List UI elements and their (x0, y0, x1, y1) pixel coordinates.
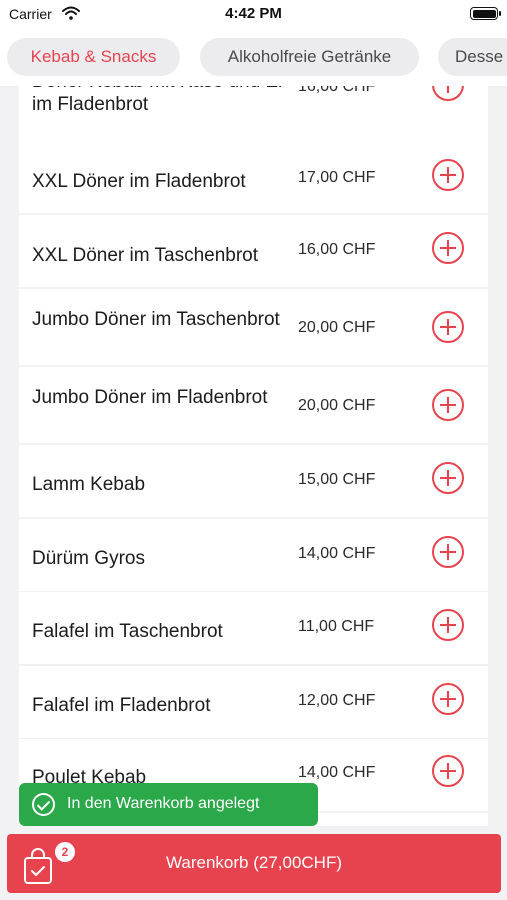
menu-item: Döner Kebab mit Käse und Ei im Fladenbro… (19, 86, 488, 141)
add-to-cart-icon[interactable] (432, 232, 464, 264)
menu-list[interactable]: Döner Kebab mit Käse und Ei im Fladenbro… (19, 86, 488, 826)
menu-item: Jumbo Döner im Taschenbrot 20,00 CHF (19, 289, 488, 365)
menu-item: Falafel im Taschenbrot 11,00 CHF (19, 592, 488, 664)
status-bar: Carrier 4:42 PM (0, 0, 507, 30)
toast-message: In den Warenkorb angelegt (67, 795, 260, 812)
menu-item: Falafel im Fladenbrot 12,00 CHF (19, 666, 488, 738)
menu-item: Jumbo Döner im Fladenbrot 20,00 CHF (19, 367, 488, 443)
check-circle-icon (32, 793, 55, 816)
add-to-cart-icon[interactable] (432, 159, 464, 191)
added-to-cart-toast: In den Warenkorb angelegt (19, 783, 318, 826)
add-to-cart-icon[interactable] (432, 389, 464, 421)
menu-item-name: Jumbo Döner im Fladenbrot (32, 387, 268, 408)
menu-item: Dürüm Gyros 14,00 CHF (19, 519, 488, 591)
add-to-cart-icon[interactable] (432, 462, 464, 494)
battery-icon (470, 7, 501, 20)
add-to-cart-icon[interactable] (432, 755, 464, 787)
menu-item-name: Lamm Kebab (32, 474, 146, 495)
menu-item-price: 12,00 CHF (298, 692, 376, 709)
menu-item-name: XXL Döner im Fladenbrot (32, 171, 246, 192)
category-tabs: Kebab & Snacks Alkoholfreie Getränke Des… (0, 30, 507, 86)
menu-item-price: 15,00 CHF (298, 471, 376, 488)
add-to-cart-icon[interactable] (432, 311, 464, 343)
tab-kebab-snacks[interactable]: Kebab & Snacks (7, 38, 180, 76)
menu-item-name: Döner Kebab mit Käse und Ei im Fladenbro… (32, 86, 282, 115)
menu-item-price: 20,00 CHF (298, 319, 376, 336)
add-to-cart-icon[interactable] (432, 683, 464, 715)
menu-item-price: 16,00 CHF (298, 86, 376, 95)
cart-label: Warenkorb (27,00CHF) (165, 853, 343, 872)
menu-item-name: Falafel im Taschenbrot (32, 621, 223, 642)
menu-item-name: Jumbo Döner im Taschenbrot (32, 309, 280, 330)
menu-item-name: XXL Döner im Taschenbrot (32, 245, 259, 266)
add-to-cart-icon[interactable] (432, 86, 464, 101)
menu-item: Lamm Kebab 15,00 CHF (19, 445, 488, 517)
menu-item-price: 20,00 CHF (298, 397, 376, 414)
menu-item-price: 14,00 CHF (298, 545, 376, 562)
menu-item-name: Falafel im Fladenbrot (32, 695, 211, 716)
menu-item-price: 11,00 CHF (298, 618, 375, 635)
add-to-cart-icon[interactable] (432, 609, 464, 641)
status-time: 4:42 PM (225, 5, 282, 22)
menu-item-price: 17,00 CHF (298, 169, 376, 186)
menu-item: XXL Döner im Taschenbrot 16,00 CHF (19, 215, 488, 287)
cart-button[interactable]: 2 Warenkorb (27,00CHF) (7, 834, 501, 893)
menu-item-price: 16,00 CHF (298, 241, 376, 258)
menu-item: XXL Döner im Fladenbrot 17,00 CHF (19, 141, 488, 213)
menu-item-name: Dürüm Gyros (32, 548, 145, 569)
add-to-cart-icon[interactable] (432, 536, 464, 568)
tab-alkoholfreie-getraenke[interactable]: Alkoholfreie Getränke (200, 38, 419, 76)
menu-item-price: 14,00 CHF (298, 764, 376, 781)
tab-desserts[interactable]: Desse (438, 38, 507, 76)
